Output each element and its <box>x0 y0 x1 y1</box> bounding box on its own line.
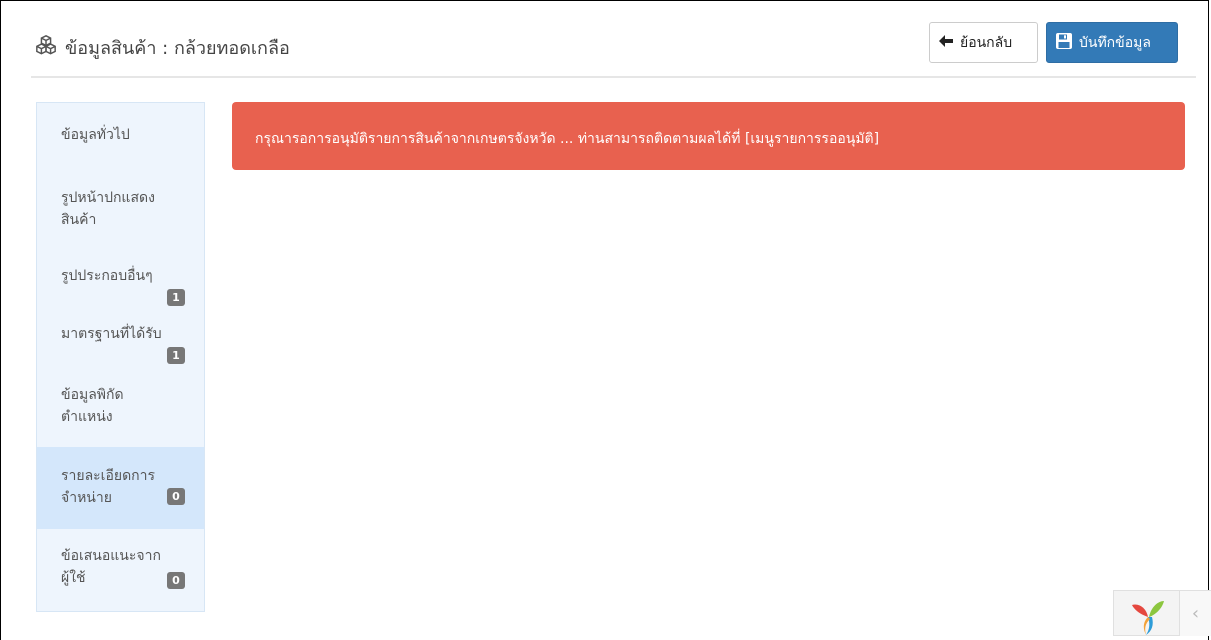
page-title: ข้อมูลสินค้า : กล้วยทอดเกลือ <box>35 33 290 62</box>
sidebar-item-user-feedback[interactable]: ข้อเสนอแนะจาก ผู้ใช้ 0 <box>37 545 204 595</box>
sidebar-item-label: รายละเอียดการ <box>61 468 156 484</box>
sidebar-item-standards[interactable]: มาตรฐานที่ได้รับ 1 <box>37 323 204 367</box>
sidebar-item-label: รูปประกอบอื่นๆ <box>61 268 153 284</box>
count-badge: 1 <box>167 347 185 364</box>
sidebar-item-cover-image[interactable]: รูปหน้าปกแสดง สินค้า <box>37 187 204 231</box>
sidebar-item-other-images[interactable]: รูปประกอบอื่นๆ 1 <box>37 265 204 309</box>
sidebar-item-label: ตำแหน่ง <box>61 409 113 425</box>
count-badge: 0 <box>167 572 185 589</box>
sidebar-item-label: รูปหน้าปกแสดง <box>61 190 155 206</box>
toolbar-toggle[interactable]: ‹ <box>1180 590 1211 636</box>
page-header: ข้อมูลสินค้า : กล้วยทอดเกลือ ย้อนกลับ บั… <box>31 20 1196 78</box>
save-button-label: บันทึกข้อมูล <box>1079 34 1151 51</box>
cubes-icon <box>35 34 57 61</box>
arrow-left-icon <box>938 34 954 52</box>
sidebar-item-location[interactable]: ข้อมูลพิกัด ตำแหน่ง <box>37 384 204 428</box>
pending-approval-alert: กรุณารอการอนุมัติรายการสินค้าจากเกษตรจัง… <box>232 102 1185 170</box>
count-badge: 1 <box>167 289 185 306</box>
chevron-left-icon: ‹ <box>1191 603 1200 624</box>
count-badge: 0 <box>167 488 185 505</box>
page-title-text: ข้อมูลสินค้า : กล้วยทอดเกลือ <box>65 38 290 59</box>
sidebar-item-label: ข้อมูลทั่วไป <box>61 127 130 143</box>
product-sidebar: ข้อมูลทั่วไป รูปหน้าปกแสดง สินค้า รูปประ… <box>36 102 205 612</box>
sidebar-item-label: ข้อเสนอแนะจาก <box>61 548 161 564</box>
back-button[interactable]: ย้อนกลับ <box>929 22 1038 63</box>
sidebar-item-label: สินค้า <box>61 212 97 228</box>
sidebar-item-label: มาตรฐานที่ได้รับ <box>61 326 162 342</box>
save-icon <box>1055 32 1073 54</box>
alert-message: กรุณารอการอนุมัติรายการสินค้าจากเกษตรจัง… <box>255 131 880 147</box>
sidebar-item-general-info[interactable]: ข้อมูลทั่วไป <box>37 124 204 146</box>
back-button-label: ย้อนกลับ <box>960 34 1013 51</box>
sidebar-item-label: ข้อมูลพิกัด <box>61 387 124 403</box>
save-button[interactable]: บันทึกข้อมูล <box>1046 22 1178 63</box>
sidebar-item-sales-details[interactable]: รายละเอียดการ จำหน่าย 0 <box>37 447 204 529</box>
debug-toolbar-logo[interactable] <box>1113 590 1180 636</box>
